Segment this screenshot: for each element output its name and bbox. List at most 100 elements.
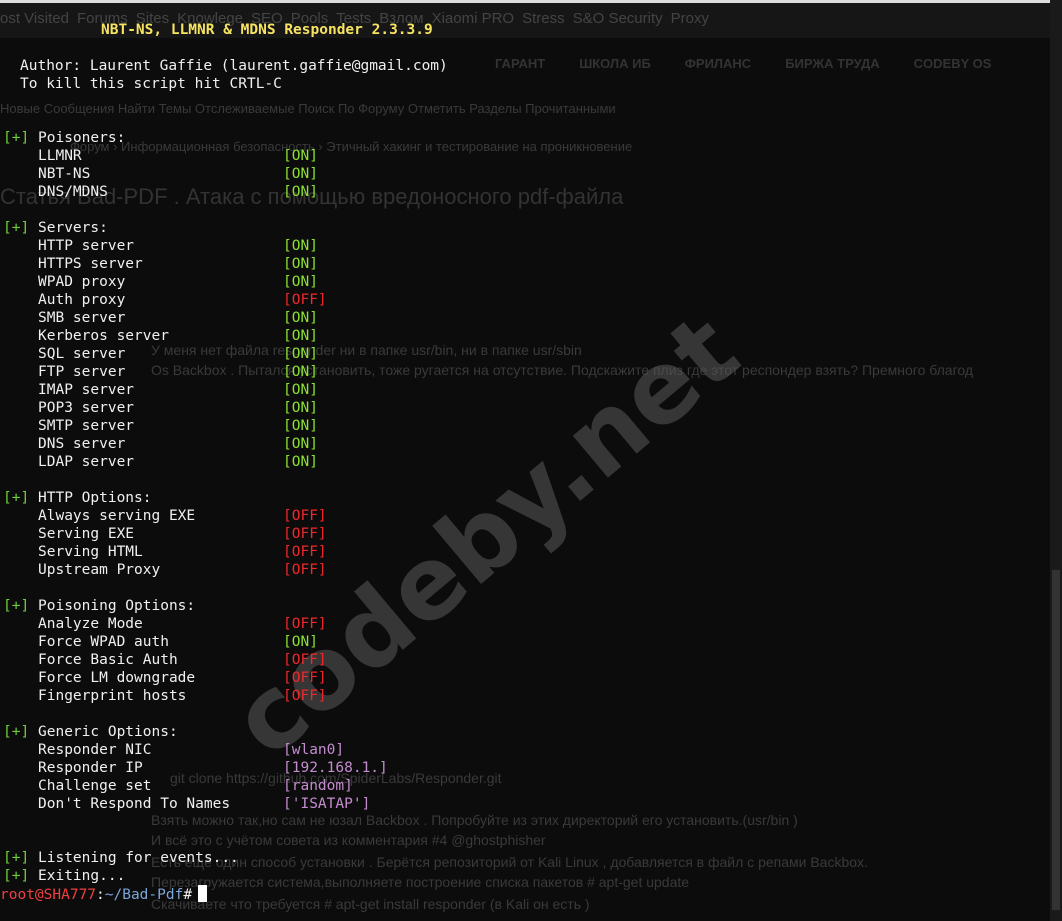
bookmark-folder[interactable]: S&O Security — [573, 10, 663, 27]
section-title: Poisoners: — [38, 130, 126, 146]
nav-link[interactable]: CODEBY OS — [914, 56, 992, 71]
option-label: Force LM downgrade — [38, 670, 196, 686]
option-row: Kerberos server [ON] — [0, 327, 318, 345]
plus-marker: [+] — [3, 220, 30, 236]
prompt-char: # — [183, 887, 193, 903]
option-row: FTP server [ON] — [0, 363, 318, 381]
exiting-line: Exiting... — [38, 868, 126, 884]
option-label: Don't Respond To Names — [38, 796, 231, 812]
option-value: [ON] — [283, 274, 318, 290]
post-line: Os Backbox . Пытался установить, тоже ру… — [151, 362, 974, 378]
option-label: Force Basic Auth — [38, 652, 178, 668]
option-row: Upstream Proxy [OFF] — [0, 561, 327, 579]
option-value: [wlan0] — [283, 742, 345, 758]
option-value: [ON] — [283, 400, 318, 416]
section-title: Poisoning Options: — [38, 598, 196, 614]
prompt-user: root@SHA777 — [0, 887, 97, 903]
nav-link[interactable]: ШКОЛА ИБ — [579, 56, 651, 71]
option-value: [ON] — [283, 238, 318, 254]
option-row: NBT-NS [ON] — [0, 165, 318, 183]
bookmark-folder[interactable]: Proxy — [671, 10, 709, 27]
option-row: DNS/MDNS [ON] — [0, 183, 318, 201]
option-label: Always serving EXE — [38, 508, 196, 524]
section-title: Servers: — [38, 220, 108, 236]
option-label: Analyze Mode — [38, 616, 143, 632]
option-label: FTP server — [38, 364, 126, 380]
option-value: [ON] — [283, 346, 318, 362]
option-value: [OFF] — [283, 508, 327, 524]
author-line: Author: Laurent Gaffie (laurent.gaffie@g… — [20, 58, 448, 74]
option-value: [OFF] — [283, 526, 327, 542]
option-value: [OFF] — [283, 652, 327, 668]
option-label: Upstream Proxy — [38, 562, 161, 578]
scrollbar[interactable] — [1050, 0, 1062, 921]
option-value: [ON] — [283, 634, 318, 650]
option-label: SQL server — [38, 346, 126, 362]
option-label: HTTP server — [38, 238, 135, 254]
option-row: Force LM downgrade [OFF] — [0, 669, 327, 687]
option-row: LDAP server [ON] — [0, 453, 318, 471]
terminal-output[interactable]: NBT-NS, LLMNR & MDNS Responder 2.3.3.9 A… — [0, 21, 448, 903]
plus-marker: [+] — [3, 598, 30, 614]
option-value: [ON] — [283, 418, 318, 434]
option-row: Serving EXE [OFF] — [0, 525, 327, 543]
option-row: SQL server [ON] — [0, 345, 318, 363]
post-line: Перезагружается система,выполняете постр… — [151, 874, 690, 890]
option-label: Serving EXE — [38, 526, 135, 542]
option-value: ['ISATAP'] — [283, 796, 371, 812]
option-row: POP3 server [ON] — [0, 399, 318, 417]
option-value: [ON] — [283, 310, 318, 326]
option-row: LLMNR [ON] — [0, 147, 318, 165]
option-label: SMB server — [38, 310, 126, 326]
bookmark-folder[interactable]: Stress — [522, 10, 565, 27]
option-label: DNS/MDNS — [38, 184, 108, 200]
nav-link[interactable]: ГАРАНТ — [495, 56, 545, 71]
option-label: LDAP server — [38, 454, 135, 470]
option-label: IMAP server — [38, 382, 135, 398]
plus-marker: [+] — [3, 868, 30, 884]
option-label: LLMNR — [38, 148, 82, 164]
option-label: WPAD proxy — [38, 274, 126, 290]
option-value: [OFF] — [283, 688, 327, 704]
option-row: Fingerprint hosts [OFF] — [0, 687, 327, 705]
option-row: SMB server [ON] — [0, 309, 318, 327]
option-label: Fingerprint hosts — [38, 688, 187, 704]
option-label: DNS server — [38, 436, 126, 452]
option-value: [ON] — [283, 364, 318, 380]
option-value: [ON] — [283, 148, 318, 164]
post-line: И всё это с учётом совета из комментария… — [151, 832, 546, 848]
post-line: Скачиваете что требуется # apt-get insta… — [151, 896, 590, 912]
nav-link[interactable]: ФРИЛАНС — [685, 56, 751, 71]
scrollbar-thumb[interactable] — [1052, 570, 1060, 910]
bookmark-folder[interactable]: Xiaomi PRO — [432, 10, 515, 27]
option-row: HTTPS server [ON] — [0, 255, 318, 273]
option-row: Serving HTML [OFF] — [0, 543, 327, 561]
option-label: NBT-NS — [38, 166, 91, 182]
option-label: Responder IP — [38, 760, 143, 776]
section-header: [+] HTTP Options: — [0, 489, 207, 507]
option-label: Challenge set — [38, 778, 152, 794]
plus-marker: [+] — [3, 724, 30, 740]
section-title: HTTP Options: — [38, 490, 152, 506]
option-value: [OFF] — [283, 616, 327, 632]
listening-line: Listening for events... — [38, 850, 239, 866]
prompt-path: ~/Bad-Pdf — [104, 887, 184, 903]
kill-hint: To kill this script hit CRTL-C — [20, 76, 282, 92]
plus-marker: [+] — [3, 490, 30, 506]
option-value: [OFF] — [283, 670, 327, 686]
section-header: [+] Poisoning Options: — [0, 597, 207, 615]
option-row: Auth proxy [OFF] — [0, 291, 327, 309]
section-header: [+] Poisoners: — [0, 129, 207, 147]
post-line: Есть ещё один способ установки . Берётся… — [151, 854, 868, 870]
option-row: Analyze Mode [OFF] — [0, 615, 327, 633]
shell-prompt[interactable]: root@SHA777:~/Bad-Pdf# — [0, 885, 208, 903]
option-value: [ON] — [283, 184, 318, 200]
nav-link[interactable]: БИРЖА ТРУДА — [785, 56, 879, 71]
option-label: HTTPS server — [38, 256, 143, 272]
option-row: Always serving EXE [OFF] — [0, 507, 327, 525]
option-label: POP3 server — [38, 400, 135, 416]
option-value: [OFF] — [283, 544, 327, 560]
option-label: Force WPAD auth — [38, 634, 169, 650]
option-row: Force WPAD auth [ON] — [0, 633, 318, 651]
option-value: [ON] — [283, 166, 318, 182]
